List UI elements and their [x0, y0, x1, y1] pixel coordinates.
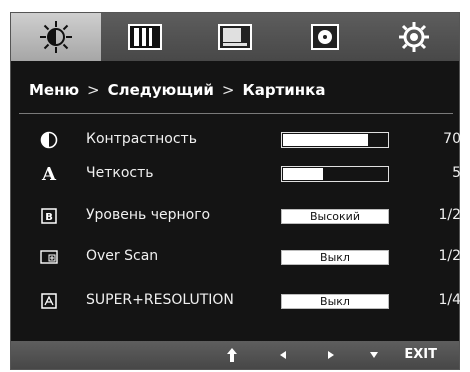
- breadcrumb-separator: >: [87, 81, 100, 99]
- disc-icon: [310, 23, 340, 51]
- menu-tab-bar: [11, 13, 459, 61]
- setting-label: Уровень черного: [86, 207, 211, 223]
- up-arrow-icon[interactable]: [225, 347, 239, 363]
- tab-display[interactable]: [190, 13, 280, 61]
- sharpness-slider[interactable]: [281, 166, 389, 182]
- black-level-option[interactable]: Высокий: [281, 209, 389, 224]
- super-resolution-icon: [39, 291, 59, 311]
- brightness-icon: [38, 19, 74, 55]
- setting-value: 1/2: [438, 248, 461, 264]
- tab-settings[interactable]: [369, 13, 459, 61]
- contrast-slider[interactable]: [281, 132, 389, 148]
- setting-row-sharpness[interactable]: A Четкость 5: [11, 161, 461, 187]
- over-scan-icon: [39, 247, 59, 267]
- setting-label: Контрастность: [86, 131, 197, 147]
- breadcrumb-menu: Меню: [29, 81, 80, 99]
- breadcrumb-separator: >: [221, 81, 235, 99]
- slider-fill: [283, 168, 323, 180]
- breadcrumb-current: Картинка: [242, 81, 326, 99]
- setting-value: 5: [452, 165, 461, 181]
- divider: [19, 113, 453, 114]
- tab-color[interactable]: [101, 13, 191, 61]
- exit-button[interactable]: EXIT: [404, 347, 437, 362]
- setting-label: Четкость: [86, 165, 154, 181]
- setting-label: SUPER+RESOLUTION: [86, 292, 234, 308]
- black-level-icon: B: [39, 206, 59, 226]
- tab-picture[interactable]: [11, 13, 101, 61]
- setting-value: 1/4: [438, 292, 461, 308]
- setting-row-super-resolution[interactable]: SUPER+RESOLUTION Выкл 1/4: [11, 288, 461, 314]
- setting-label: Over Scan: [86, 248, 159, 264]
- setting-value: 70: [443, 131, 461, 147]
- slider-fill: [283, 134, 369, 146]
- svg-text:B: B: [45, 212, 53, 223]
- over-scan-option[interactable]: Выкл: [281, 250, 389, 265]
- breadcrumb-next: Следующий: [107, 81, 214, 99]
- left-arrow-icon[interactable]: [278, 347, 288, 363]
- settings-gear-icon: [397, 20, 431, 54]
- sharpness-icon: A: [42, 163, 56, 185]
- color-bars-icon: [128, 23, 163, 51]
- contrast-icon: [39, 130, 59, 150]
- setting-row-contrast[interactable]: Контрастность 70: [11, 127, 461, 153]
- tab-setup[interactable]: [280, 13, 370, 61]
- breadcrumb: Меню > Следующий > Картинка: [29, 75, 444, 105]
- monitor-osd-menu: Меню > Следующий > Картинка Контрастност…: [10, 12, 461, 370]
- picture-position-icon: [217, 23, 252, 51]
- right-arrow-icon[interactable]: [326, 347, 336, 363]
- setting-row-black-level[interactable]: B Уровень черного Высокий 1/2: [11, 203, 461, 229]
- setting-value: 1/2: [438, 207, 461, 223]
- setting-row-over-scan[interactable]: Over Scan Выкл 1/2: [11, 244, 461, 270]
- button-guide-bar: EXIT: [11, 341, 459, 369]
- down-arrow-icon[interactable]: [369, 347, 379, 363]
- super-resolution-option[interactable]: Выкл: [281, 294, 389, 309]
